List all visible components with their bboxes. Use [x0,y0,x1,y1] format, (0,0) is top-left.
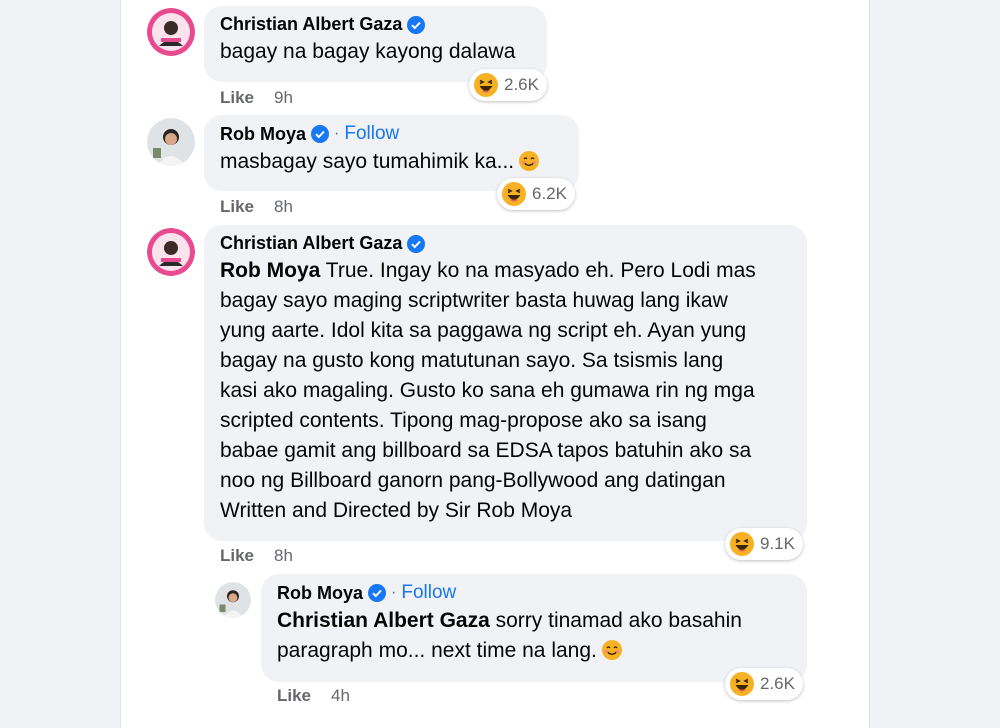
laughing-emoji-icon [729,531,755,557]
comment-bubble: Rob Moya · Follow Christian Albert Gaza … [261,574,807,682]
comment-line-text: True. Ingay ko na masyado eh. Pero Lodi … [320,259,756,282]
comment-line: babae gamit ang billboard sa EDSA tapos … [220,439,752,462]
comment-time[interactable]: 9h [274,88,293,108]
comment-line: scripted contents. Tipong mag-propose ak… [220,409,707,432]
comment-line-text: paragraph mo... next time na lang. [277,639,597,662]
follow-button[interactable]: Follow [344,123,399,145]
comment-text: Christian Albert Gaza sorry tinamad ako … [277,606,791,666]
author-name[interactable]: Christian Albert Gaza [220,14,402,35]
like-button[interactable]: Like [220,546,254,566]
mention-link[interactable]: Christian Albert Gaza [277,609,490,632]
author-name[interactable]: Rob Moya [220,124,306,145]
avatar[interactable] [147,228,195,276]
verified-badge-icon [407,15,426,34]
comment-actions: Like 8h [220,546,293,566]
verified-badge-icon [368,584,387,602]
comment-actions: Like 9h [220,88,293,108]
comments-panel: Christian Albert Gaza bagay na bagay kay… [120,0,870,728]
avatar[interactable] [147,118,195,166]
reaction-summary[interactable]: 2.6K [469,69,547,101]
comment-actions: Like 4h [277,686,350,706]
author-name[interactable]: Christian Albert Gaza [220,233,402,254]
laughing-emoji-icon [473,72,499,98]
comment-bubble: Christian Albert Gaza Rob Moya True. Ing… [204,225,807,541]
mention-link[interactable]: Rob Moya [220,259,320,282]
comment-text: Rob Moya True. Ingay ko na masyado eh. P… [220,256,791,526]
reaction-summary[interactable]: 6.2K [497,178,575,210]
verified-badge-icon [407,234,426,253]
reaction-count: 2.6K [504,75,539,94]
smiling-emoji-icon [601,639,623,661]
comment-time[interactable]: 8h [274,546,293,566]
comment-line: Rob Moya True. Ingay ko na masyado eh. P… [220,256,791,286]
like-button[interactable]: Like [220,88,254,108]
comment-actions: Like 8h [220,197,293,217]
reaction-summary[interactable]: 9.1K [725,528,803,560]
comment-time[interactable]: 8h [274,197,293,217]
separator-dot: · [334,125,340,142]
reaction-count: 6.2K [532,184,567,203]
separator-dot: · [391,584,397,601]
reaction-count: 2.6K [760,674,795,693]
reaction-summary[interactable]: 2.6K [725,668,803,700]
comment-line: noo ng Billboard ganorn pang-Bollywood a… [220,469,726,492]
comment-line: bagay na gusto kong matutunan sayo. Sa t… [220,349,724,372]
comment-line: Written and Directed by Sir Rob Moya [220,499,573,522]
follow-button[interactable]: Follow [401,582,456,604]
avatar[interactable] [215,582,251,618]
avatar[interactable] [147,8,195,56]
comment-line: paragraph mo... next time na lang. [277,636,791,666]
comment-text: masbagay sayo tumahimik ka... [220,147,563,177]
comment-line: yung aarte. Idol kita sa paggawa ng scri… [220,319,747,342]
comment-line: kasi ako magaling. Gusto ko sana eh guma… [220,379,755,402]
like-button[interactable]: Like [277,686,311,706]
comment-line: bagay sayo maging scriptwriter basta huw… [220,289,728,312]
like-button[interactable]: Like [220,197,254,217]
laughing-emoji-icon [729,671,755,697]
comment-line: Christian Albert Gaza sorry tinamad ako … [277,606,791,636]
comment-line-text: sorry tinamad ako basahin [489,609,742,632]
comment-time[interactable]: 4h [331,686,350,706]
author-name[interactable]: Rob Moya [277,583,363,604]
smiling-emoji-icon [518,150,540,172]
comment-text: bagay na bagay kayong dalawa [220,40,516,63]
comment-text-body: masbagay sayo tumahimik ka... [220,150,515,173]
verified-badge-icon [311,125,330,143]
laughing-emoji-icon [501,181,527,207]
reaction-count: 9.1K [760,534,795,553]
